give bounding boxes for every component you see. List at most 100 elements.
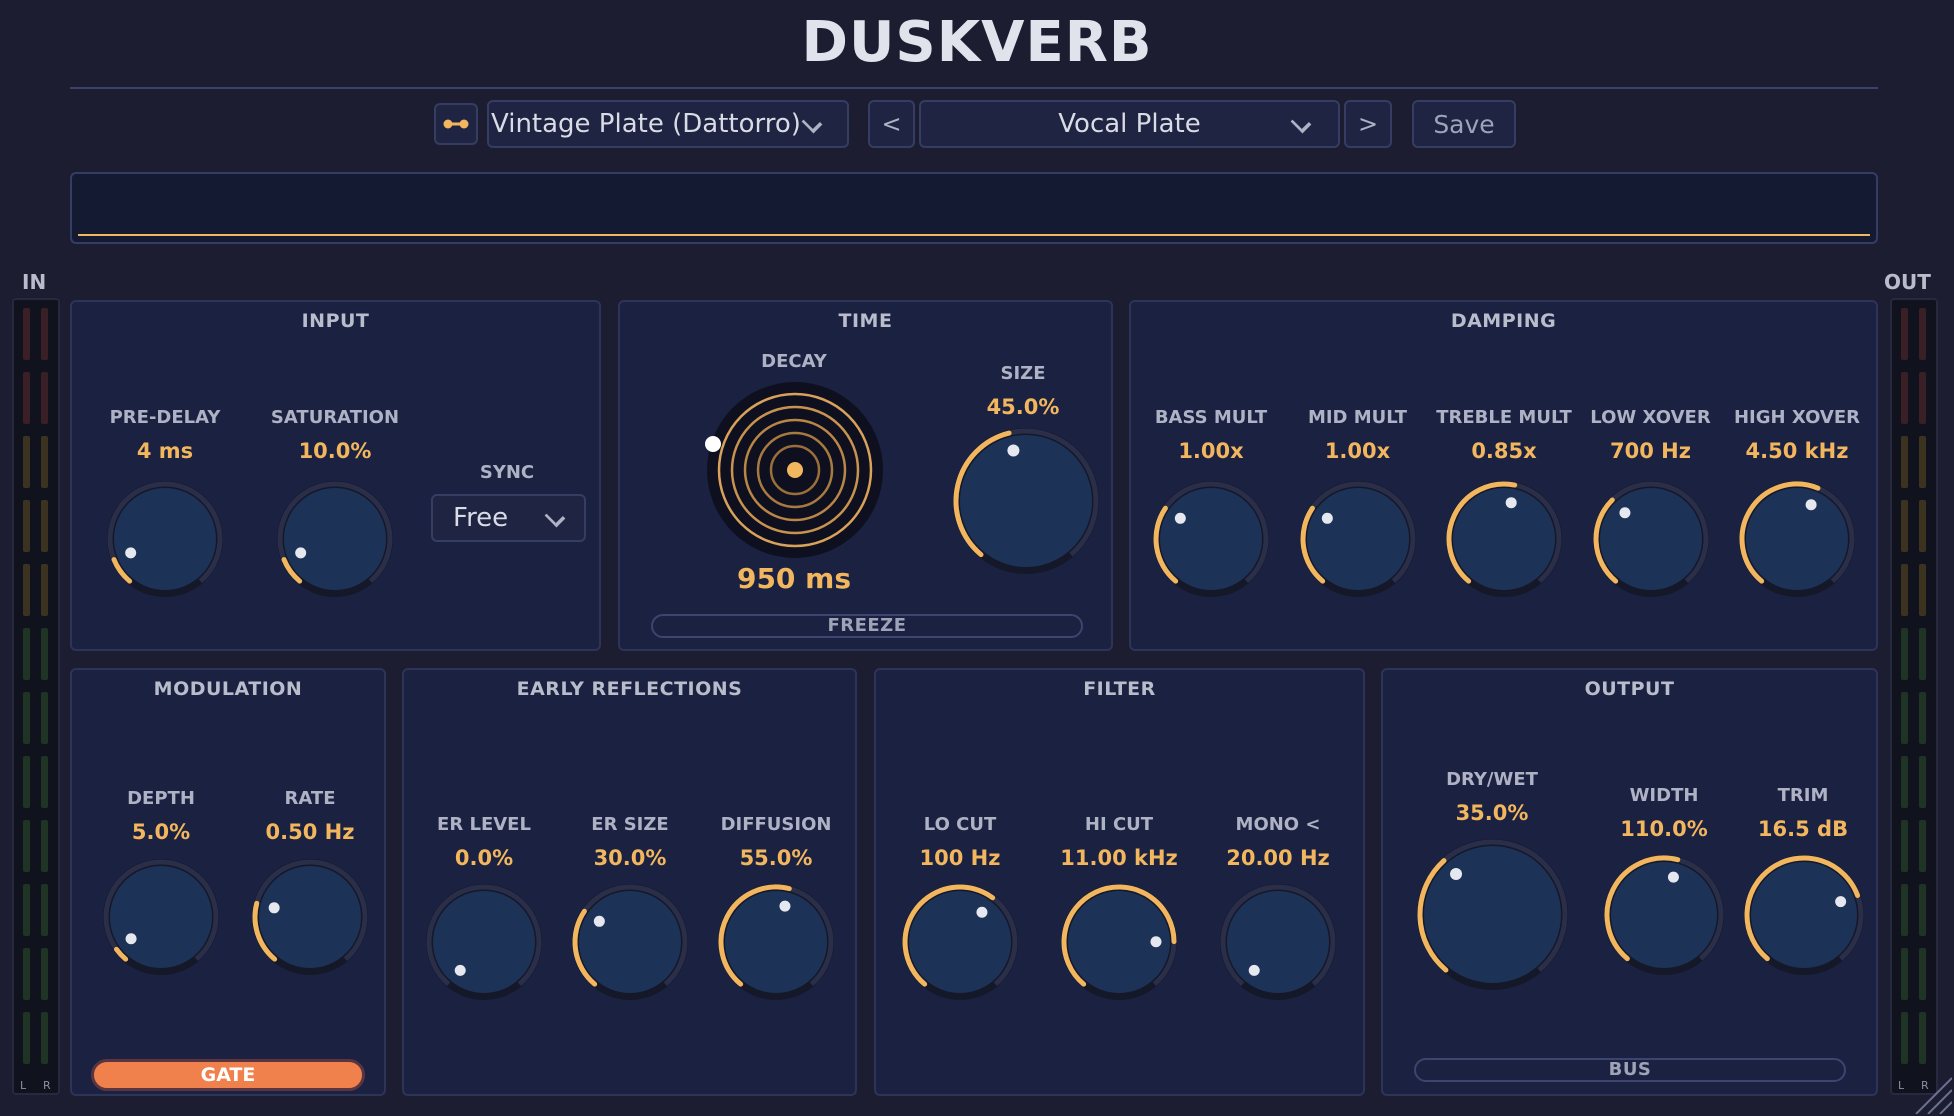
rate-value: 0.50 Hz	[265, 820, 355, 844]
saturation-value: 10.0%	[298, 439, 372, 463]
chevron-down-icon	[544, 506, 566, 528]
high-xover-knob[interactable]	[1737, 479, 1857, 603]
meter-segment	[41, 948, 48, 1000]
knob-value: 0.0%	[454, 846, 514, 870]
meter-segment	[1919, 372, 1926, 424]
diffusion-knob[interactable]	[716, 882, 836, 1006]
treble-mult-knob[interactable]	[1444, 479, 1564, 603]
section-title: FILTER	[1083, 678, 1156, 700]
trim-knob[interactable]	[1742, 853, 1866, 981]
early-reflections-section: EARLY REFLECTIONS ER LEVEL 0.0% ER SIZE 30.…	[402, 668, 857, 1096]
sync-value: Free	[453, 503, 509, 533]
meter-segment	[1919, 692, 1926, 744]
bus-button[interactable]: BUS	[1414, 1058, 1846, 1082]
decay-dial[interactable]	[705, 380, 885, 560]
preset-value: Vocal Plate	[1058, 109, 1201, 139]
knob-value: 11.00 kHz	[1060, 846, 1178, 870]
er-size-knob[interactable]	[570, 882, 690, 1006]
time-section: TIME DECAY 950 ms SIZE 45.0% FREEZE	[618, 300, 1113, 651]
resize-grip-icon[interactable]	[1912, 1074, 1952, 1114]
meter-segment	[1901, 948, 1908, 1000]
meter-segment	[41, 564, 48, 616]
drywet-knob[interactable]	[1415, 837, 1570, 996]
width-label: WIDTH	[1629, 785, 1699, 806]
knob-label: MONO <	[1235, 814, 1321, 835]
meter-segment	[41, 372, 48, 424]
knob-label: TREBLE MULT	[1436, 407, 1572, 428]
decay-label: DECAY	[761, 351, 827, 372]
hi-cut-knob[interactable]	[1059, 882, 1179, 1006]
meter-segment	[1901, 820, 1908, 872]
mono-knob[interactable]	[1218, 882, 1338, 1006]
meter-segment	[1901, 628, 1908, 680]
width-knob[interactable]	[1602, 853, 1726, 981]
meter-segment	[41, 820, 48, 872]
knob-value: 20.00 Hz	[1226, 846, 1330, 870]
meter-segment	[41, 308, 48, 360]
predelay-knob[interactable]	[105, 479, 225, 603]
meter-segment	[41, 628, 48, 680]
freeze-button[interactable]: FREEZE	[651, 614, 1083, 638]
saturation-label: SATURATION	[270, 407, 400, 428]
depth-knob[interactable]	[101, 857, 221, 981]
link-icon	[443, 119, 469, 129]
algorithm-dropdown[interactable]: Vintage Plate (Dattorro)	[487, 100, 849, 148]
section-title: MODULATION	[153, 678, 303, 700]
size-value: 45.0%	[986, 395, 1060, 419]
meter-segment	[41, 1012, 48, 1064]
meter-segment	[1901, 692, 1908, 744]
meter-segment	[1919, 500, 1926, 552]
meter-segment	[23, 756, 30, 808]
next-preset-button[interactable]: >	[1344, 100, 1392, 148]
rate-knob[interactable]	[250, 857, 370, 981]
knob-value: 55.0%	[739, 846, 813, 870]
section-title: DAMPING	[1450, 310, 1557, 332]
saturation-knob[interactable]	[275, 479, 395, 603]
meter-segment	[1901, 884, 1908, 936]
bass-mult-knob[interactable]	[1151, 479, 1271, 603]
size-knob[interactable]	[951, 426, 1101, 580]
gate-button[interactable]: GATE	[91, 1059, 365, 1091]
knob-value: 700 Hz	[1610, 439, 1691, 463]
knob-label: BASS MULT	[1154, 407, 1268, 428]
sync-dropdown[interactable]: Free	[431, 494, 586, 542]
knob-value: 1.00x	[1324, 439, 1391, 463]
meter-segment	[23, 372, 30, 424]
meter-segment	[23, 884, 30, 936]
predelay-value: 4 ms	[136, 439, 194, 463]
meter-segment	[1919, 628, 1926, 680]
mid-mult-knob[interactable]	[1298, 479, 1418, 603]
out-meter-label: OUT	[1884, 270, 1931, 294]
knob-label: DIFFUSION	[720, 814, 832, 835]
meter-segment	[1919, 884, 1926, 936]
output-meter	[1890, 298, 1938, 1095]
damping-section: DAMPING BASS MULT 1.00x MID MULT 1.00x TREBL…	[1129, 300, 1878, 651]
er-level-knob[interactable]	[424, 882, 544, 1006]
meter-segment	[1919, 436, 1926, 488]
in-meter-right-label: R	[43, 1079, 51, 1092]
knob-label: LO CUT	[923, 814, 997, 835]
sync-label: SYNC	[479, 462, 535, 483]
save-button[interactable]: Save	[1412, 100, 1516, 148]
lo-cut-knob[interactable]	[900, 882, 1020, 1006]
link-button[interactable]	[434, 103, 478, 145]
depth-label: DEPTH	[127, 788, 195, 809]
meter-segment	[23, 564, 30, 616]
section-title: INPUT	[301, 310, 370, 332]
meter-segment	[1901, 308, 1908, 360]
meter-segment	[1919, 820, 1926, 872]
input-meter	[12, 298, 60, 1095]
meter-segment	[41, 884, 48, 936]
knob-label: HIGH XOVER	[1733, 407, 1860, 428]
meter-segment	[41, 692, 48, 744]
low-xover-knob[interactable]	[1591, 479, 1711, 603]
prev-preset-button[interactable]: <	[868, 100, 915, 148]
knob-label: MID MULT	[1307, 407, 1408, 428]
meter-segment	[1919, 1012, 1926, 1064]
meter-segment	[41, 756, 48, 808]
width-value: 110.0%	[1620, 817, 1708, 841]
title-divider	[70, 87, 1878, 89]
meter-segment	[1901, 372, 1908, 424]
preset-dropdown[interactable]: Vocal Plate	[919, 100, 1340, 148]
in-meter-left-label: L	[20, 1079, 27, 1092]
